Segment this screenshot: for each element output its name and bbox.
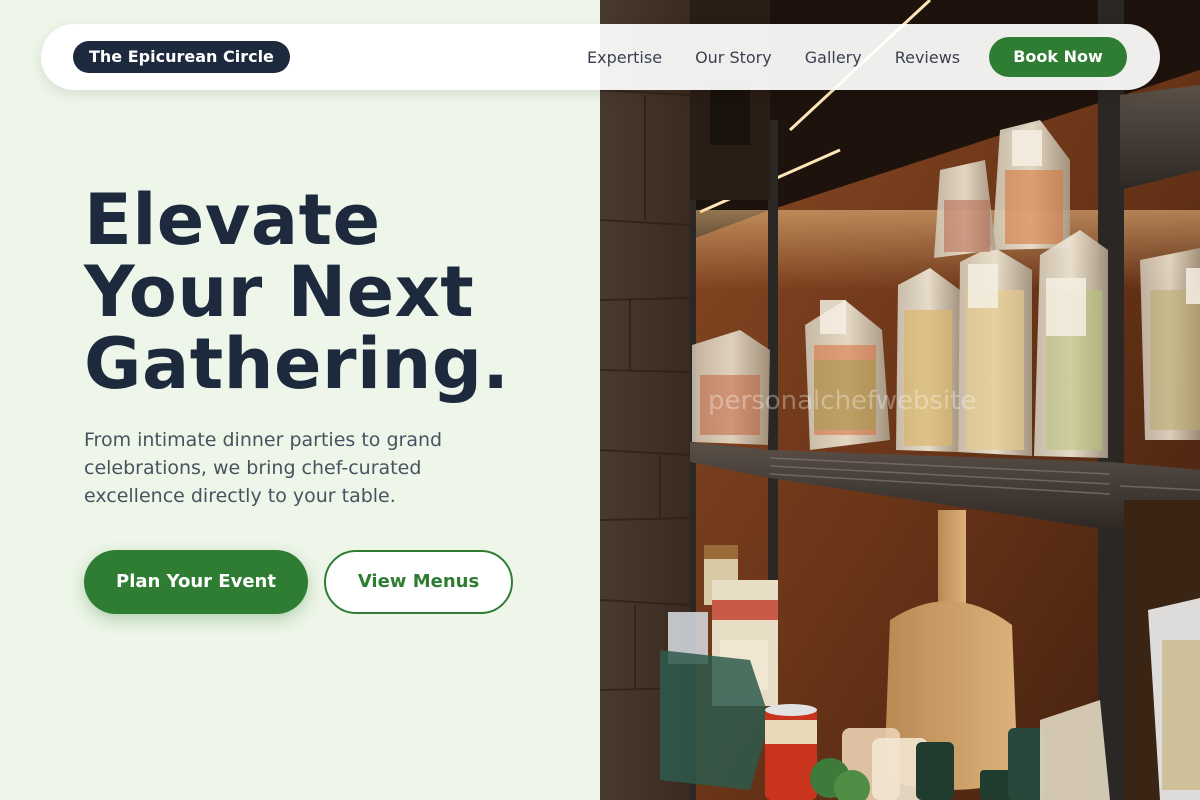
image-watermark: personalchefwebsite (708, 386, 977, 416)
nav-link-gallery[interactable]: Gallery (805, 48, 862, 67)
book-now-button[interactable]: Book Now (989, 37, 1127, 77)
hero-subtitle: From intimate dinner parties to grand ce… (84, 429, 443, 507)
hero-title-line: Your Next (84, 251, 475, 333)
nav-link-expertise[interactable]: Expertise (587, 48, 662, 67)
hero-title-line: Elevate (84, 179, 381, 261)
brand-logo[interactable]: The Epicurean Circle (73, 41, 290, 73)
hero-title-line: Gathering. (84, 323, 510, 405)
hero-title: Elevate Your Next Gathering. (84, 184, 584, 400)
plan-your-event-button[interactable]: Plan Your Event (84, 550, 308, 614)
view-menus-button[interactable]: View Menus (324, 550, 513, 614)
top-navigation: The Epicurean Circle Expertise Our Story… (41, 24, 1160, 90)
nav-links: Expertise Our Story Gallery Reviews (587, 24, 960, 90)
nav-link-reviews[interactable]: Reviews (895, 48, 960, 67)
nav-link-our-story[interactable]: Our Story (695, 48, 772, 67)
